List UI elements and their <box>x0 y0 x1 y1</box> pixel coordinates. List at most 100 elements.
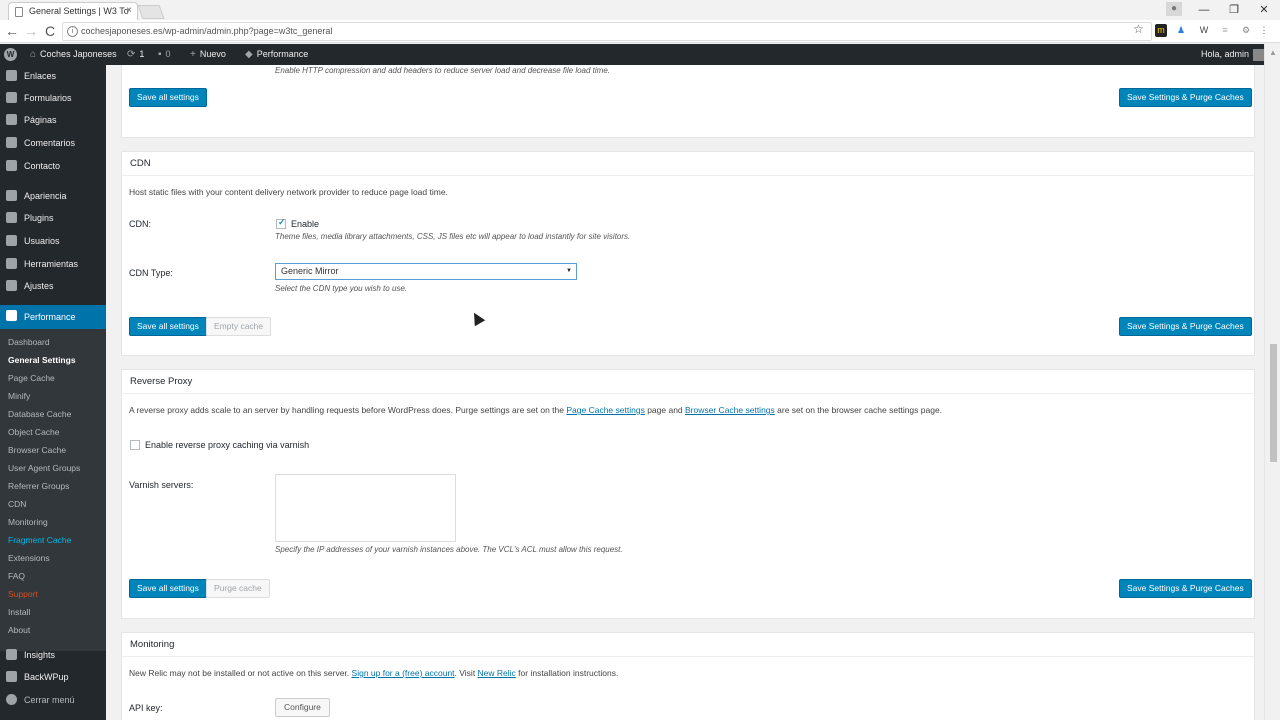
menu-item-enlaces[interactable]: Enlaces <box>0 65 106 87</box>
menu-item-apariencia[interactable]: Apariencia <box>0 185 106 207</box>
minimize-button[interactable]: — <box>1188 0 1220 20</box>
extension-user-icon[interactable]: ♟ <box>1175 24 1187 37</box>
greeting: Hola, admin <box>1201 49 1250 59</box>
close-window-button[interactable]: ✕ <box>1248 0 1280 20</box>
menu-label: Herramientas <box>24 259 79 269</box>
extension-icon[interactable]: m <box>1155 24 1167 37</box>
menu-item-insights[interactable]: Insights <box>0 644 106 666</box>
my-account-link[interactable]: Hola, admin <box>1201 44 1266 65</box>
menu-item-comentarios[interactable]: Comentarios <box>0 132 106 154</box>
tab-close-icon[interactable]: × <box>126 3 132 19</box>
configure-button[interactable]: Configure <box>275 698 330 717</box>
forward-icon[interactable]: → <box>23 23 39 39</box>
cdn-label: CDN: <box>129 219 151 229</box>
submenu-browser-cache[interactable]: Browser Cache <box>8 445 66 455</box>
back-icon[interactable]: ← <box>4 23 20 39</box>
save-purge-caches-button[interactable]: Save Settings & Purge Caches <box>1119 579 1252 598</box>
menu-label: Insights <box>24 650 56 660</box>
compression-note: Enable HTTP compression and add headers … <box>275 66 611 75</box>
chevron-down-icon: ▼ <box>566 268 572 274</box>
reload-icon[interactable]: C <box>42 23 58 39</box>
menu-item-paginas[interactable]: Páginas <box>0 109 106 131</box>
submenu-user-agent-groups[interactable]: User Agent Groups <box>8 463 80 473</box>
comments-icon <box>6 137 17 148</box>
menu-item-backwpup[interactable]: BackWPup <box>0 666 106 688</box>
restore-button[interactable]: ❐ <box>1218 0 1250 20</box>
save-all-settings-button[interactable]: Save all settings <box>129 317 207 336</box>
cdn-type-select[interactable]: Generic Mirror ▼ <box>275 263 577 280</box>
bookmark-star-icon[interactable]: ☆ <box>1133 22 1144 36</box>
site-info-icon[interactable]: i <box>67 26 78 37</box>
submenu-about[interactable]: About <box>8 625 30 635</box>
scroll-up-icon[interactable]: ▲ <box>1269 48 1277 57</box>
new-content-link[interactable]: + Nuevo <box>190 44 226 65</box>
submenu-faq[interactable]: FAQ <box>8 571 25 581</box>
cdn-enable-label[interactable]: Enable <box>291 219 319 229</box>
purge-cache-button[interactable]: Purge cache <box>206 579 270 598</box>
url-text: cochesjaponeses.es/wp-admin/admin.php?pa… <box>81 26 333 36</box>
page-cache-settings-link[interactable]: Page Cache settings <box>566 405 644 415</box>
cdn-enable-checkbox[interactable] <box>276 217 286 229</box>
browser-tab[interactable]: General Settings | W3 To × <box>8 2 138 20</box>
submenu-extensions[interactable]: Extensions <box>8 553 50 563</box>
submenu-monitoring[interactable]: Monitoring <box>8 517 48 527</box>
new-relic-link[interactable]: New Relic <box>478 668 516 678</box>
varnish-checkbox[interactable] <box>130 440 140 450</box>
new-tab-button[interactable] <box>137 5 165 19</box>
monitoring-description: New Relic may not be installed or not ac… <box>129 668 618 678</box>
updates-icon: ⟳ <box>127 49 136 60</box>
profile-icon[interactable]: ● <box>1166 2 1182 16</box>
submenu-object-cache[interactable]: Object Cache <box>8 427 60 437</box>
submenu-fragment-cache[interactable]: Fragment Cache <box>8 535 71 545</box>
monitoring-box: Monitoring New Relic may not be installe… <box>121 632 1255 720</box>
submenu-cdn[interactable]: CDN <box>8 499 26 509</box>
submenu-referrer-groups[interactable]: Referrer Groups <box>8 481 69 491</box>
menu-item-performance[interactable]: Performance <box>0 305 106 329</box>
updates-link[interactable]: ⟳ 1 <box>127 44 144 65</box>
submenu-general-settings[interactable]: General Settings <box>8 355 76 365</box>
sign-up-link[interactable]: Sign up for a (free) account <box>352 668 455 678</box>
extension-gear-icon[interactable]: ⚙ <box>1240 24 1252 37</box>
submenu-database-cache[interactable]: Database Cache <box>8 409 71 419</box>
empty-cache-button[interactable]: Empty cache <box>206 317 272 336</box>
scrollbar-thumb[interactable] <box>1270 344 1277 462</box>
menu-label: Contacto <box>24 161 61 171</box>
comments-link[interactable]: ▪ 0 <box>158 44 171 65</box>
varnish-servers-textarea[interactable] <box>275 474 456 542</box>
save-purge-caches-button[interactable]: Save Settings & Purge Caches <box>1119 88 1252 107</box>
save-all-settings-button[interactable]: Save all settings <box>129 88 207 107</box>
menu-item-contacto[interactable]: Contacto <box>0 155 106 177</box>
wordpress-extension-icon[interactable]: W <box>1198 24 1210 37</box>
users-icon <box>6 235 17 246</box>
save-all-settings-button[interactable]: Save all settings <box>129 579 207 598</box>
menu-item-formularios[interactable]: Formularios <box>0 87 106 109</box>
varnish-checkbox-label[interactable]: Enable reverse proxy caching via varnish <box>145 440 309 450</box>
cdn-description: Host static files with your content deli… <box>129 187 448 197</box>
browser-cache-settings-link[interactable]: Browser Cache settings <box>685 405 775 415</box>
menu-item-herramientas[interactable]: Herramientas <box>0 253 106 275</box>
tab-title: General Settings | W3 To <box>29 6 129 16</box>
menu-label: Formularios <box>24 93 72 103</box>
performance-link[interactable]: ◆ Performance <box>245 44 308 65</box>
submenu-dashboard[interactable]: Dashboard <box>8 337 50 347</box>
menu-item-plugins[interactable]: Plugins <box>0 207 106 229</box>
extension-list-icon[interactable]: ≡ <box>1219 24 1231 37</box>
url-bar[interactable]: i cochesjaponeses.es/wp-admin/admin.php?… <box>62 22 1152 41</box>
wordpress-logo-icon[interactable]: W <box>4 48 17 61</box>
site-name-link[interactable]: ⌂ Coches Japoneses <box>30 44 117 65</box>
desc-text: A reverse proxy adds scale to an server … <box>129 405 567 415</box>
submenu-page-cache[interactable]: Page Cache <box>8 373 55 383</box>
submenu-install[interactable]: Install <box>8 607 30 617</box>
submenu-support[interactable]: Support <box>8 589 38 599</box>
menu-label: BackWPup <box>24 672 69 682</box>
submenu-minify[interactable]: Minify <box>8 391 30 401</box>
collapse-menu-button[interactable]: Cerrar menú <box>0 689 106 711</box>
site-name: Coches Japoneses <box>40 49 117 59</box>
cdn-title: CDN <box>122 152 1254 176</box>
menu-item-usuarios[interactable]: Usuarios <box>0 230 106 252</box>
menu-item-ajustes[interactable]: Ajustes <box>0 275 106 297</box>
page-scrollbar[interactable]: ▲ <box>1264 44 1280 720</box>
browser-toolbar: ← → C i cochesjaponeses.es/wp-admin/admi… <box>0 20 1280 43</box>
browser-menu-icon[interactable]: ⋮ <box>1258 24 1270 37</box>
save-purge-caches-button[interactable]: Save Settings & Purge Caches <box>1119 317 1252 336</box>
